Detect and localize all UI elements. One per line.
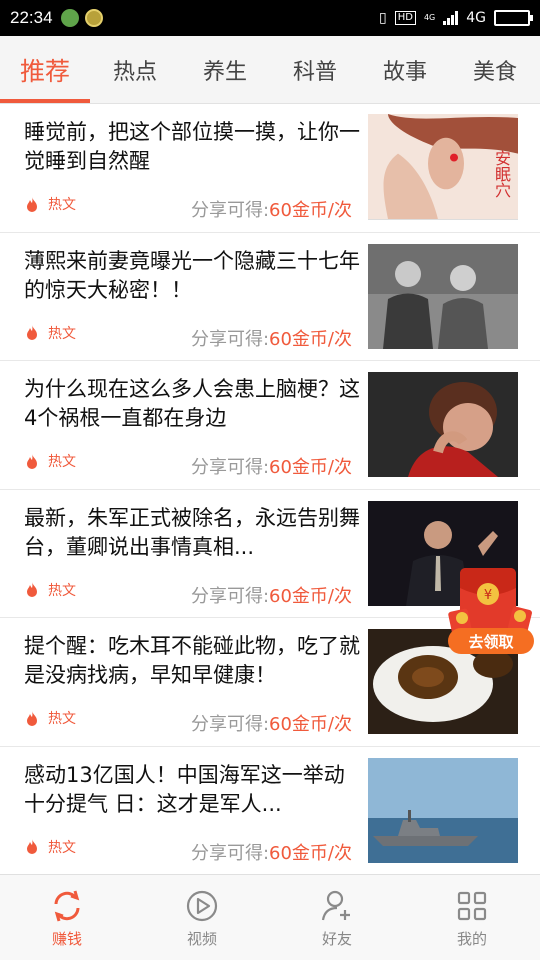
flame-icon <box>27 582 37 597</box>
reward-amount: 60金币/次 <box>269 457 352 478</box>
reward-amount: 60金币/次 <box>269 842 352 864</box>
add-friend-icon <box>321 890 350 920</box>
tag-label: 热文 <box>48 711 76 727</box>
nav-mine[interactable]: 我的 <box>427 875 517 960</box>
red-packet-label: 去领取 <box>468 632 514 651</box>
article-title: 感动13亿国人！中国海军这一举动十分提气 日：这才是军人... <box>24 762 345 816</box>
article-title: 睡觉前，把这个部位摸一摸，让你一觉睡到自然醒 <box>24 120 360 173</box>
share-reward: 分享可得:60金币/次 <box>191 710 352 736</box>
article-item[interactable]: 为什么现在这么多人会患上脑梗？这4个祸根一直都在身边 热文 分享可得:60金币/… <box>0 361 540 490</box>
reward-prefix: 分享可得: <box>190 842 270 864</box>
nav-label: 视频 <box>186 929 217 948</box>
bottom-nav: 赚钱 视频 好友 我的 <box>0 874 540 960</box>
svg-text:¥: ¥ <box>484 588 492 603</box>
active-tab-indicator <box>0 99 90 103</box>
reward-prefix: 分享可得: <box>190 200 270 221</box>
share-reward: 分享可得:60金币/次 <box>191 325 352 351</box>
nav-label: 赚钱 <box>51 929 82 948</box>
tag-label: 热文 <box>48 197 76 213</box>
tab-science[interactable]: 科普 <box>270 36 360 104</box>
hot-tag: 热文 <box>26 194 76 214</box>
flame-icon <box>27 839 37 854</box>
reward-amount: 60金币/次 <box>269 328 352 350</box>
nav-label: 好友 <box>321 929 352 948</box>
article-feed: 睡觉前，把这个部位摸一摸，让你一觉睡到自然醒 热文 分享可得:60金币/次 安眠… <box>0 104 540 875</box>
nav-video[interactable]: 视频 <box>157 875 247 960</box>
reward-amount: 60金币/次 <box>269 200 352 221</box>
tab-recommend[interactable]: 推荐 <box>0 36 90 104</box>
tag-label: 热文 <box>48 839 76 856</box>
hot-tag: 热文 <box>26 708 76 728</box>
clock: 22:34 <box>10 8 53 27</box>
coin-notification-icon <box>84 9 103 27</box>
article-title: 提个醒：吃木耳不能碰此物，吃了就是没病找病，早知早健康！ <box>24 634 360 687</box>
hot-tag: 热文 <box>26 323 76 343</box>
category-tabs: 推荐 热点 养生 科普 故事 美食 <box>0 36 540 104</box>
tab-label: 推荐 <box>19 57 70 86</box>
red-packet-button[interactable]: ¥ 去领取 <box>448 566 534 658</box>
tag-label: 热文 <box>48 325 76 342</box>
ear-acupoint-image: 安眠穴 <box>368 114 518 220</box>
article-title: 薄熙来前妻竟曝光一个隐藏三十七年的惊天大秘密！！ <box>24 248 360 302</box>
hot-tag: 热文 <box>26 580 76 600</box>
small-network-label: 4G <box>423 13 436 22</box>
flame-icon <box>27 710 37 726</box>
tab-health[interactable]: 养生 <box>180 36 270 104</box>
tab-label: 美食 <box>472 60 517 85</box>
tag-label: 热文 <box>48 582 76 599</box>
article-title: 为什么现在这么多人会患上脑梗？这4个祸根一直都在身边 <box>24 377 360 430</box>
reward-prefix: 分享可得: <box>190 457 270 478</box>
tab-label: 热点 <box>112 60 157 85</box>
flame-icon <box>27 196 37 212</box>
battery-icon <box>494 10 533 26</box>
acupoint-label: 安眠穴 <box>492 150 511 198</box>
reward-amount: 60金币/次 <box>269 585 352 607</box>
tab-food[interactable]: 美食 <box>450 36 540 104</box>
article-item[interactable]: 睡觉前，把这个部位摸一摸，让你一觉睡到自然醒 热文 分享可得:60金币/次 安眠… <box>0 104 540 233</box>
nav-friends[interactable]: 好友 <box>292 875 382 960</box>
reward-prefix: 分享可得: <box>190 328 270 350</box>
network-label: 4G <box>466 10 486 26</box>
tab-hot[interactable]: 热点 <box>90 36 180 104</box>
hot-tag: 热文 <box>26 837 76 857</box>
tag-label: 热文 <box>48 454 76 470</box>
refresh-icon <box>54 890 80 921</box>
status-bar: 22:34 ▯ HD 4G 4G <box>0 0 540 36</box>
reward-prefix: 分享可得: <box>190 585 270 607</box>
wechat-notification-icon <box>60 9 79 27</box>
share-reward: 分享可得:60金币/次 <box>191 196 352 222</box>
vibrate-icon: ▯ <box>378 10 387 26</box>
hot-tag: 热文 <box>26 451 76 471</box>
tab-label: 养生 <box>202 60 247 85</box>
play-icon <box>186 890 218 921</box>
reward-amount: 60金币/次 <box>269 714 352 735</box>
share-reward: 分享可得:60金币/次 <box>191 839 352 865</box>
tab-stories[interactable]: 故事 <box>360 36 450 104</box>
tab-label: 科普 <box>292 60 337 85</box>
article-item[interactable]: 薄熙来前妻竟曝光一个隐藏三十七年的惊天大秘密！！ 热文 分享可得:60金币/次 <box>0 232 540 361</box>
navy-ship-image <box>368 757 518 863</box>
share-reward: 分享可得:60金币/次 <box>191 453 352 479</box>
tab-label: 故事 <box>382 60 427 85</box>
hd-icon: HD <box>394 11 416 25</box>
couple-photo-image <box>368 243 518 349</box>
reward-prefix: 分享可得: <box>190 714 270 735</box>
flame-icon <box>27 325 37 340</box>
grid-icon <box>457 891 487 920</box>
share-reward: 分享可得:60金币/次 <box>191 582 352 608</box>
woman-headache-image <box>368 372 518 477</box>
article-title: 最新，朱军正式被除名，永远告别舞台，董卿说出事情真相... <box>24 505 360 559</box>
nav-label: 我的 <box>456 929 487 948</box>
flame-icon <box>27 453 37 469</box>
nav-earn[interactable]: 赚钱 <box>22 875 112 960</box>
signal-icon <box>443 11 459 25</box>
article-item[interactable]: 感动13亿国人！中国海军这一举动十分提气 日：这才是军人... 热文 分享可得:… <box>0 746 540 875</box>
